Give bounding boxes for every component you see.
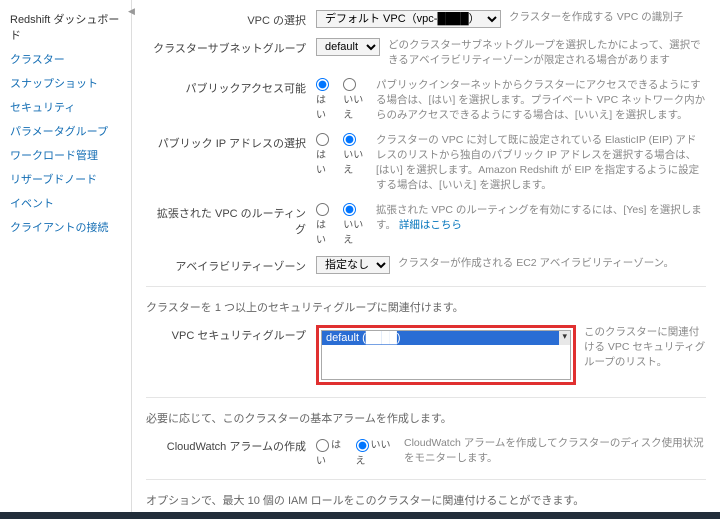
alarm-desc: CloudWatch アラームを作成してクラスターのディスク使用状況をモニターし… xyxy=(404,436,706,466)
subnet-desc: どのクラスターサブネットグループを選択したかによって、選択できるアベイラビリティ… xyxy=(388,38,706,68)
sidebar-item-workload[interactable]: ワークロード管理 xyxy=(0,144,131,168)
sec-intro: クラスターを 1 つ以上のセキュリティグループに関連付けます。 xyxy=(146,299,706,315)
sidebar-item-dashboard[interactable]: Redshift ダッシュボード xyxy=(0,8,131,48)
routing-label: 拡張された VPC のルーティング xyxy=(146,203,316,237)
sec-group-select[interactable]: default (████)▾ xyxy=(321,330,571,380)
routing-no[interactable]: いいえ xyxy=(343,203,368,246)
sidebar-item-security[interactable]: セキュリティ xyxy=(0,96,131,120)
sidebar-item-client[interactable]: クライアントの接続 xyxy=(0,216,131,240)
alarm-yes[interactable]: はい xyxy=(316,436,348,467)
subnet-select[interactable]: default xyxy=(316,38,380,56)
role-intro: オプションで、最大 10 個の IAM ロールをこのクラスターに関連付けることが… xyxy=(146,492,706,508)
sidebar-item-clusters[interactable]: クラスター xyxy=(0,48,131,72)
routing-link[interactable]: 詳細はこちら xyxy=(399,219,462,231)
az-select[interactable]: 指定なし xyxy=(316,256,390,274)
alarm-label: CloudWatch アラームの作成 xyxy=(146,436,316,454)
public-access-label: パブリックアクセス可能 xyxy=(146,78,316,96)
vpc-select[interactable]: デフォルト VPC（vpc-████） xyxy=(316,10,501,28)
eip-no[interactable]: いいえ xyxy=(343,133,368,176)
sidebar-item-snapshots[interactable]: スナップショット xyxy=(0,72,131,96)
sec-highlight: default (████)▾ xyxy=(316,325,576,385)
az-label: アベイラビリティーゾーン xyxy=(146,256,316,274)
vpc-select-desc: クラスターを作成する VPC の識別子 xyxy=(509,10,706,25)
routing-desc: 拡張された VPC のルーティングを有効にするには、[Yes] を選択します。 … xyxy=(376,203,706,233)
public-desc: パブリックインターネットからクラスターにアクセスできるようにする場合は、[はい]… xyxy=(376,78,706,123)
eip-label: パブリック IP アドレスの選択 xyxy=(146,133,316,151)
eip-yes[interactable]: はい xyxy=(316,133,335,176)
routing-yes[interactable]: はい xyxy=(316,203,335,246)
eip-desc: クラスターの VPC に対して既に設定されている ElasticIP (EIP)… xyxy=(376,133,706,193)
vpc-select-label: VPC の選択 xyxy=(146,10,316,28)
sidebar-item-events[interactable]: イベント xyxy=(0,192,131,216)
bottom-bar xyxy=(0,512,720,519)
chevron-down-icon: ▾ xyxy=(559,331,570,345)
public-yes[interactable]: はい xyxy=(316,78,335,121)
alarm-no[interactable]: いいえ xyxy=(356,436,397,467)
az-desc: クラスターが作成される EC2 アベイラビリティーゾーン。 xyxy=(398,256,706,271)
subnet-label: クラスターサブネットグループ xyxy=(146,38,316,56)
sidebar-item-reserved[interactable]: リザーブドノード xyxy=(0,168,131,192)
alarm-intro: 必要に応じて、このクラスターの基本アラームを作成します。 xyxy=(146,410,706,426)
main-content: VPC の選択 デフォルト VPC（vpc-████） クラスターを作成する V… xyxy=(132,0,720,519)
public-no[interactable]: いいえ xyxy=(343,78,368,121)
sec-label: VPC セキュリティグループ xyxy=(146,325,316,343)
sec-desc: このクラスターに関連付ける VPC セキュリティグループのリスト。 xyxy=(584,325,706,370)
sidebar: Redshift ダッシュボード クラスター スナップショット セキュリティ パ… xyxy=(0,0,132,519)
sidebar-item-param-groups[interactable]: パラメータグループ xyxy=(0,120,131,144)
